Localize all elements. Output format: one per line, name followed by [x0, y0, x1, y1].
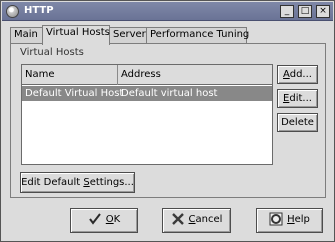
check-icon: [88, 213, 101, 225]
edit-default-settings-button[interactable]: Edit Default Settings...: [20, 172, 135, 193]
cancel-mnemonic: C: [188, 214, 196, 225]
tab-performance-tuning-label: Performance Tuning: [150, 29, 250, 40]
row-name-cell: Default Virtual Host: [25, 88, 124, 99]
delete-button-label: Delete: [281, 117, 314, 128]
edit-button-label-post: dit...: [289, 93, 312, 104]
row-address-cell: Default virtual host: [121, 88, 218, 99]
add-button-label-post: dd...: [289, 69, 312, 80]
add-button-mnemonic: A: [283, 69, 290, 80]
tab-server[interactable]: Server: [109, 27, 147, 44]
http-dialog-window: HTTP _ □ × Main Virtual Hosts Server Per…: [0, 0, 335, 242]
ok-mnemonic: O: [105, 214, 114, 225]
edit-default-label-pre: Edit Default: [21, 177, 84, 188]
tab-virtual-hosts[interactable]: Virtual Hosts: [42, 25, 110, 45]
app-globe-icon[interactable]: [6, 5, 19, 18]
group-label: Virtual Hosts: [20, 47, 84, 58]
window-title: HTTP: [24, 5, 54, 16]
column-header-name[interactable]: Name: [22, 65, 118, 85]
help-mnemonic: H: [287, 214, 295, 225]
close-button[interactable]: ×: [316, 5, 330, 18]
tab-main[interactable]: Main: [10, 27, 43, 44]
list-header: Name Address: [22, 65, 272, 85]
edit-default-label-post: ettings...: [89, 177, 134, 188]
tab-server-label: Server: [113, 29, 146, 40]
cancel-button[interactable]: Cancel: [162, 208, 231, 233]
tab-virtual-hosts-label: Virtual Hosts: [46, 27, 110, 38]
table-row[interactable]: Default Virtual Host Default virtual hos…: [22, 86, 272, 101]
cancel-x-icon: [171, 213, 184, 225]
column-header-address[interactable]: Address: [118, 65, 272, 85]
cancel-label-post: ancel: [195, 214, 223, 225]
add-button[interactable]: Add...: [277, 65, 318, 84]
tab-main-label: Main: [14, 29, 38, 40]
title-bar[interactable]: HTTP _ □ ×: [2, 2, 333, 21]
help-lifebuoy-icon: [269, 212, 283, 226]
maximize-button[interactable]: □: [298, 5, 312, 18]
minimize-button[interactable]: _: [280, 5, 294, 18]
help-button[interactable]: Help: [256, 208, 323, 233]
edit-button[interactable]: Edit...: [277, 89, 318, 108]
delete-button[interactable]: Delete: [277, 113, 318, 132]
virtual-hosts-list[interactable]: Name Address Default Virtual Host Defaul…: [21, 64, 273, 165]
help-label-post: elp: [294, 214, 310, 225]
tab-performance-tuning[interactable]: Performance Tuning: [146, 27, 250, 44]
ok-label-post: K: [113, 214, 121, 225]
ok-button[interactable]: OK: [70, 208, 138, 233]
